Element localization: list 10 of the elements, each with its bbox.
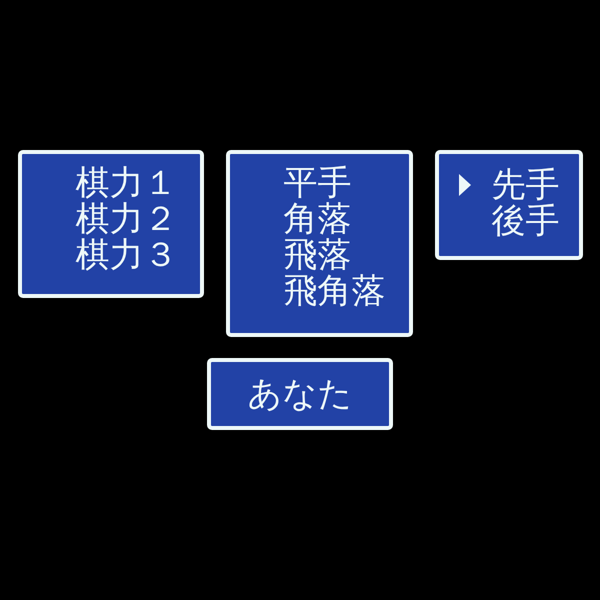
menu-option[interactable]: 平手: [284, 165, 352, 201]
menu-option[interactable]: 先手: [458, 167, 560, 203]
menu-option[interactable]: 飛角落: [284, 273, 386, 309]
menu-option[interactable]: 棋力３: [76, 237, 178, 273]
menu-option[interactable]: 飛落: [284, 237, 352, 273]
menu-option[interactable]: 角落: [284, 201, 352, 237]
menu-option[interactable]: 棋力１: [76, 165, 178, 201]
player-label: あなた: [248, 376, 352, 412]
menu-option[interactable]: 後手: [458, 203, 560, 239]
menu-option[interactable]: 棋力２: [76, 201, 178, 237]
